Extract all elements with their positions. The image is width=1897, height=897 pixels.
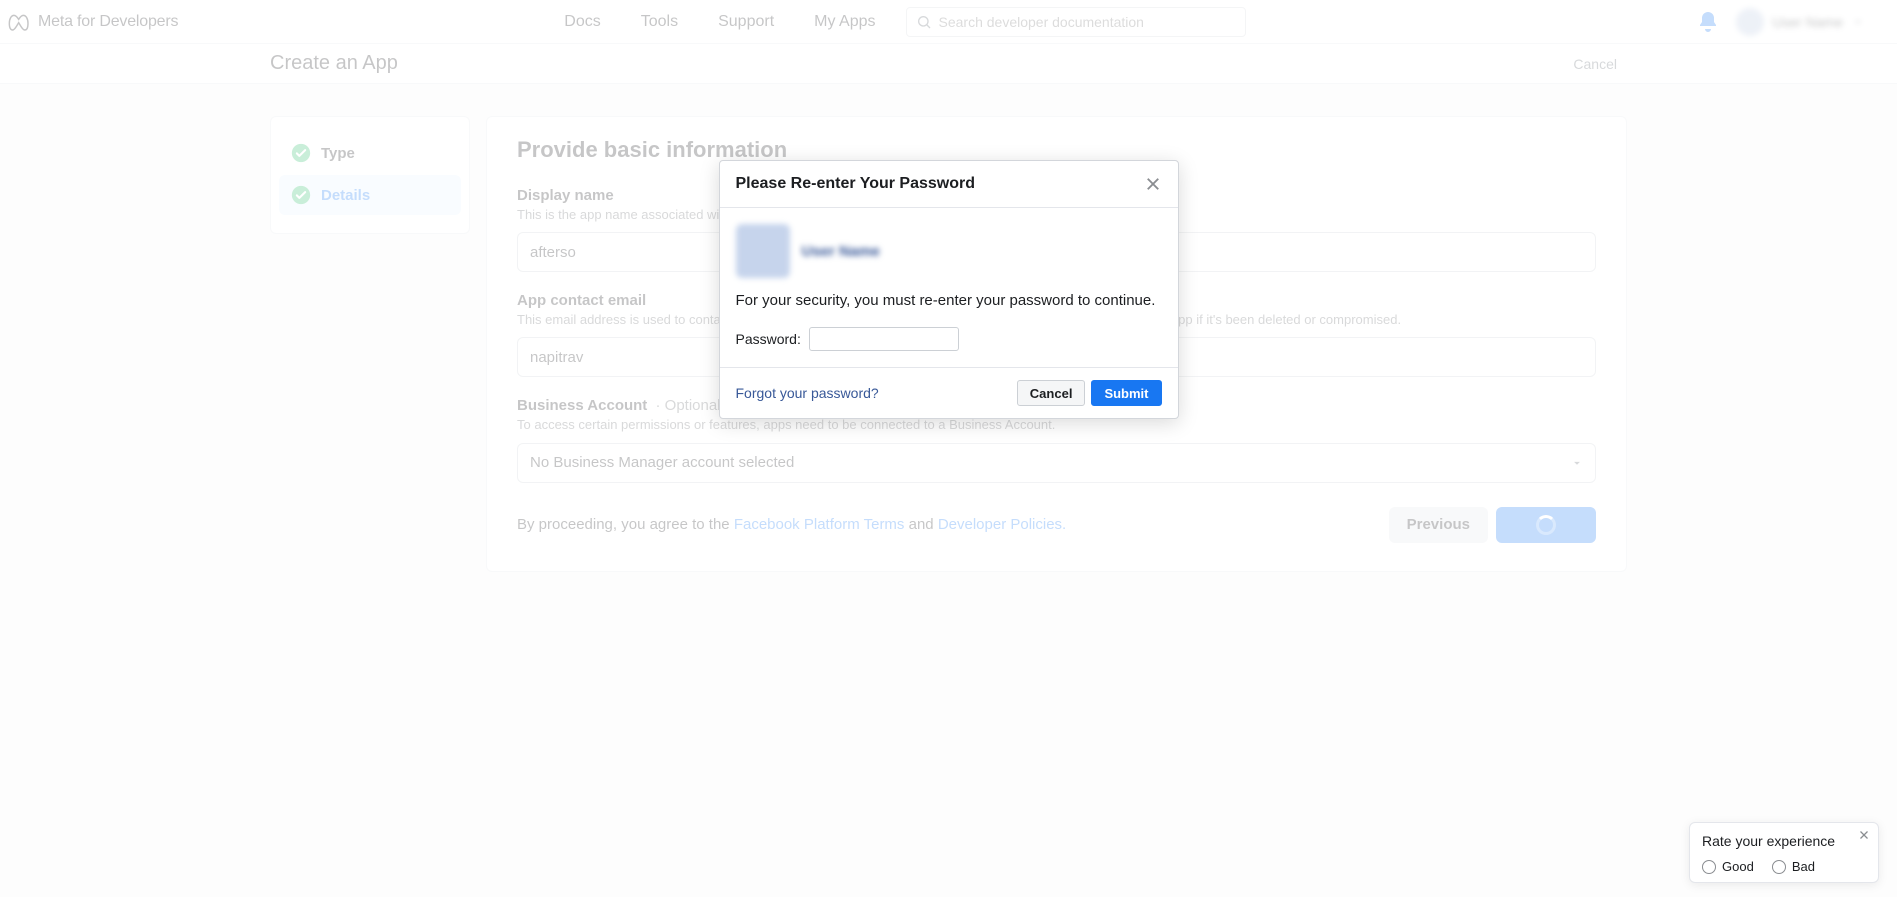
modal-header: Please Re-enter Your Password xyxy=(720,161,1178,208)
modal-username: User Name xyxy=(802,243,880,260)
modal-actions: Cancel Submit xyxy=(1017,380,1162,406)
modal-security-text: For your security, you must re-enter you… xyxy=(736,292,1162,309)
modal-title: Please Re-enter Your Password xyxy=(736,175,976,193)
password-row: Password: xyxy=(736,327,1162,351)
modal-user-row: User Name xyxy=(736,224,1162,278)
close-icon[interactable] xyxy=(1858,829,1870,841)
modal-cancel-label: Cancel xyxy=(1030,386,1073,401)
modal-cancel-button[interactable]: Cancel xyxy=(1017,380,1086,406)
password-label: Password: xyxy=(736,331,801,347)
modal-body: User Name For your security, you must re… xyxy=(720,208,1178,367)
close-icon[interactable] xyxy=(1144,175,1162,193)
modal-footer: Forgot your password? Cancel Submit xyxy=(720,367,1178,418)
forgot-password-link[interactable]: Forgot your password? xyxy=(736,385,879,401)
feedback-option-bad[interactable]: Bad xyxy=(1772,859,1815,874)
password-input[interactable] xyxy=(809,327,959,351)
feedback-bad-label: Bad xyxy=(1792,859,1815,874)
feedback-title: Rate your experience xyxy=(1702,833,1866,849)
feedback-option-good[interactable]: Good xyxy=(1702,859,1754,874)
modal-submit-button[interactable]: Submit xyxy=(1091,380,1161,406)
feedback-box: Rate your experience Good Bad xyxy=(1689,822,1879,883)
reauth-modal: Please Re-enter Your Password User Name … xyxy=(719,160,1179,419)
feedback-radio-good[interactable] xyxy=(1702,860,1716,874)
modal-overlay: Please Re-enter Your Password User Name … xyxy=(0,0,1897,897)
modal-avatar xyxy=(736,224,790,278)
feedback-options: Good Bad xyxy=(1702,859,1866,874)
feedback-radio-bad[interactable] xyxy=(1772,860,1786,874)
modal-submit-label: Submit xyxy=(1104,386,1148,401)
feedback-good-label: Good xyxy=(1722,859,1754,874)
